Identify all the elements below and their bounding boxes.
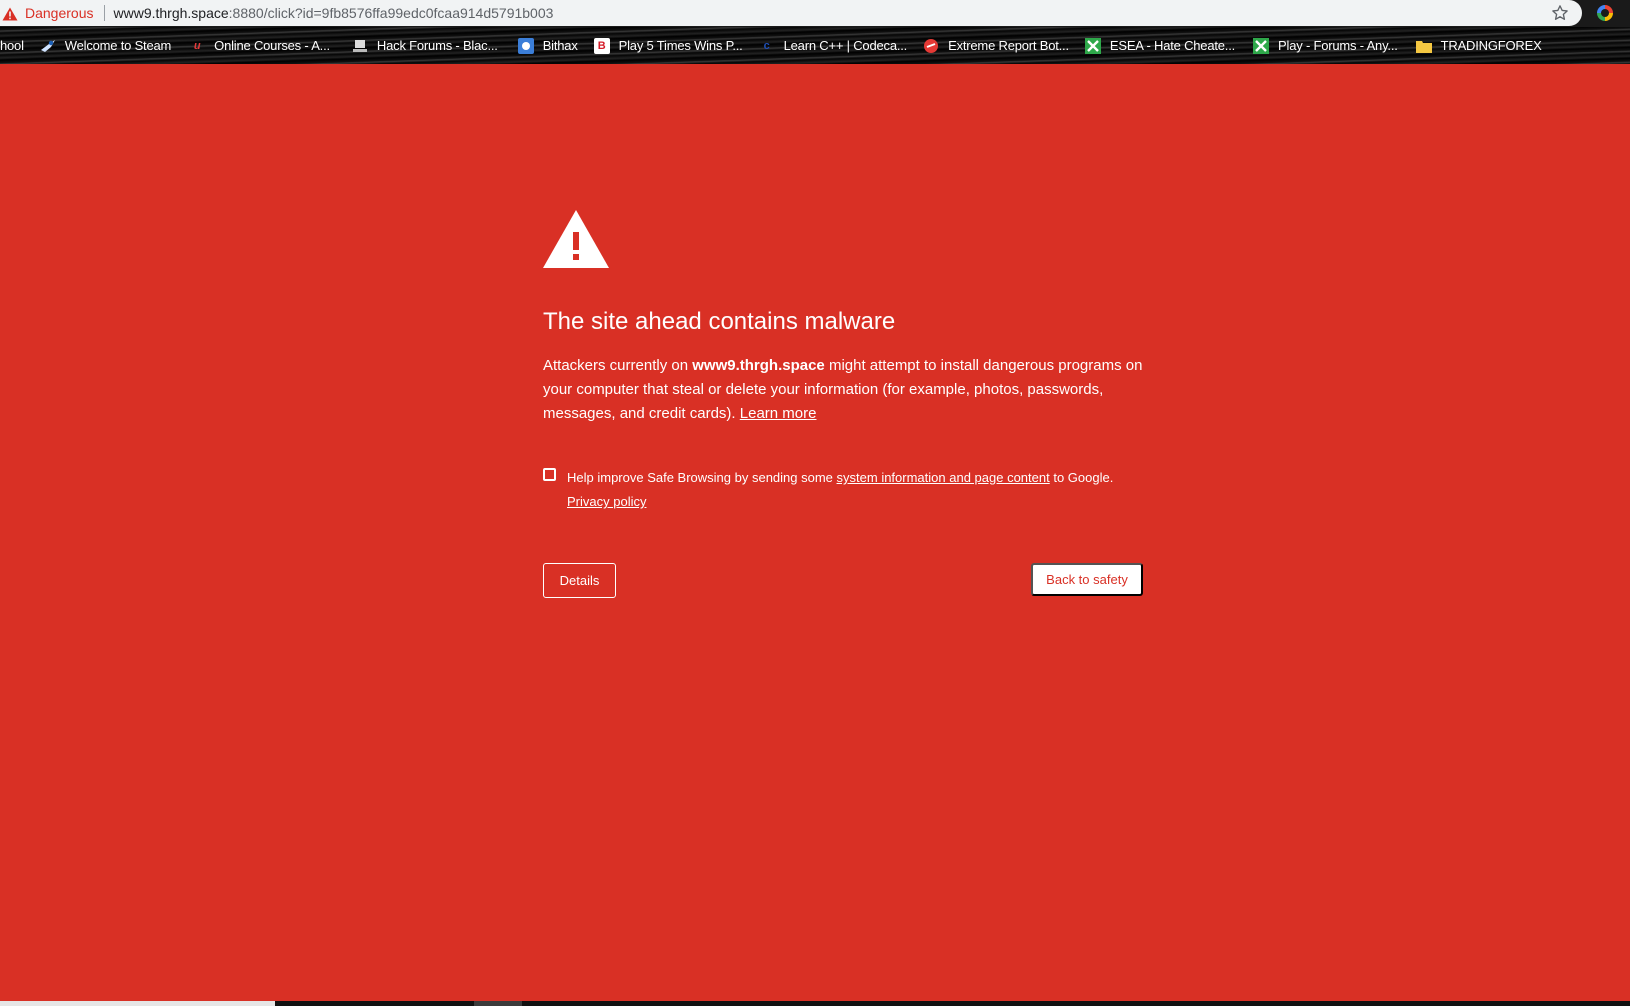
udemy-icon: u (193, 39, 201, 52)
warning-description: Attackers currently on www9.thrgh.space … (543, 354, 1143, 426)
bookmarks-bar: hool Welcome to Steam u Online Courses -… (0, 27, 1630, 64)
taskbar-edge (0, 1001, 1630, 1006)
system-info-link[interactable]: system information and page content (837, 470, 1050, 485)
details-button[interactable]: Details (543, 563, 616, 598)
browser-toolbar: Dangerous www9.thrgh.space:8880/click?id… (0, 0, 1630, 27)
bookmark-item-steam[interactable]: Welcome to Steam (40, 38, 171, 54)
bookmark-label: Bithax (542, 38, 578, 53)
bookmark-folder-tradingforex[interactable]: TRADINGFOREX (1415, 38, 1542, 54)
optin-text: to Google. (1049, 470, 1114, 485)
esea-icon (1084, 37, 1101, 54)
site-host: www9.thrgh.space (692, 357, 825, 374)
warning-triangle-icon (543, 210, 609, 268)
bookmark-label: Extreme Report Bot... (948, 38, 1069, 53)
esea-icon (1253, 37, 1270, 54)
warning-triangle-icon[interactable] (2, 6, 18, 21)
optin-label: Help improve Safe Browsing by sending so… (567, 466, 1147, 490)
url-path[interactable]: :8880/click?id=9fb8576ffa99edc0fcaa914d5… (229, 5, 554, 21)
bookmark-item-bithax[interactable]: Bithax (517, 37, 578, 54)
bookmark-label: Hack Forums - Blac... (376, 38, 498, 53)
bookmark-item-udemy[interactable]: u Online Courses - A... (189, 38, 330, 54)
taskbar-segment (0, 1001, 275, 1006)
extension-icon[interactable] (1597, 5, 1613, 21)
bookmark-item-hackforums[interactable]: Hack Forums - Blac... (352, 38, 498, 54)
security-status-label[interactable]: Dangerous (25, 5, 94, 21)
hackforums-icon (352, 38, 368, 54)
privacy-policy-link[interactable]: Privacy policy (567, 490, 646, 514)
taskbar-segment (474, 1001, 522, 1006)
bookmark-item-b[interactable]: B Play 5 Times Wins P... (593, 37, 743, 54)
description-text: Attackers currently on (543, 357, 693, 374)
bookmark-item-esea[interactable]: ESEA - Hate Cheate... (1084, 37, 1236, 54)
bookmark-label: ESEA - Hate Cheate... (1109, 38, 1236, 53)
steam-icon (40, 38, 56, 54)
optin-text: Help improve Safe Browsing by sending so… (567, 470, 837, 485)
bookmark-label: Learn C++ | Codeca... (783, 38, 908, 53)
bithax-icon (517, 37, 534, 54)
bookmark-item[interactable]: hool (0, 38, 24, 53)
bookmark-item-reportbot[interactable]: Extreme Report Bot... (923, 38, 1069, 54)
url-host[interactable]: www9.thrgh.space (114, 5, 229, 21)
learn-more-link[interactable]: Learn more (740, 405, 817, 422)
bookmark-label: Play - Forums - Any... (1278, 38, 1398, 53)
bookmark-label: Play 5 Times Wins P... (618, 38, 743, 53)
bookmark-item-codecademy[interactable]: c Learn C++ | Codeca... (759, 38, 908, 54)
omnibox[interactable]: Dangerous www9.thrgh.space:8880/click?id… (0, 0, 1582, 26)
omnibox-divider (103, 5, 105, 21)
bookmark-label: Welcome to Steam (64, 38, 172, 53)
codecademy-icon: c (763, 39, 770, 52)
b-icon: B (593, 37, 610, 54)
bookmark-label: hool (0, 38, 24, 53)
safe-browsing-checkbox[interactable] (543, 468, 556, 481)
page-title: The site ahead contains malware (543, 308, 896, 335)
folder-icon (1415, 38, 1432, 54)
bookmark-item-esea-forums[interactable]: Play - Forums - Any... (1253, 37, 1398, 54)
reportbot-icon (923, 38, 939, 54)
bookmark-label: Online Courses - A... (214, 38, 330, 53)
bookmark-label: TRADINGFOREX (1440, 38, 1542, 53)
star-outline-icon[interactable] (1550, 3, 1570, 23)
back-to-safety-button[interactable]: Back to safety (1031, 563, 1143, 596)
